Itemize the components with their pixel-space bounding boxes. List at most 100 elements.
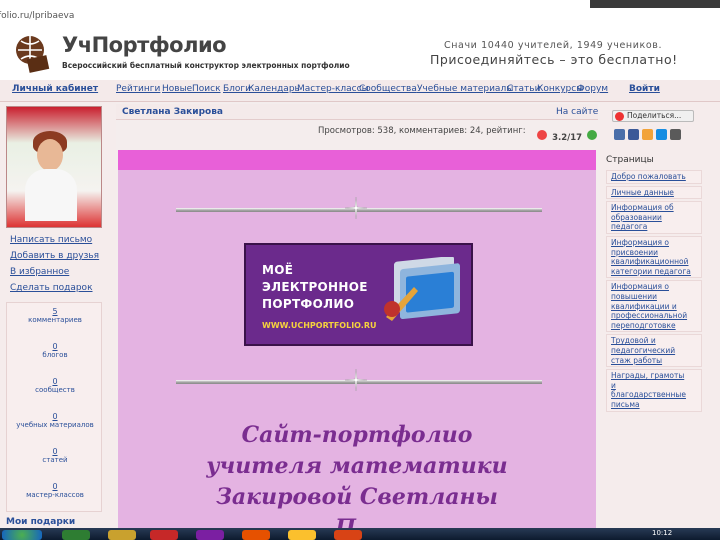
pages-heading: Страницы: [606, 155, 654, 165]
profile-name[interactable]: Светлана Закирова: [122, 107, 223, 117]
odnoklassniki-icon[interactable]: [642, 129, 653, 140]
profile-avatar[interactable]: [6, 106, 102, 228]
nav-item[interactable]: Личный кабинет: [12, 84, 98, 94]
nav-item[interactable]: Календарь: [248, 84, 300, 94]
vk-icon[interactable]: [614, 129, 625, 140]
page-link-line: повышении: [611, 291, 657, 301]
page-link[interactable]: Личные данные: [606, 185, 702, 200]
page-link-line: квалификационной: [611, 257, 689, 267]
page-link[interactable]: Добро пожаловать: [606, 170, 702, 184]
counter-item[interactable]: 0 блогов: [7, 342, 103, 359]
page-link[interactable]: Информация о повышении квалификации и профе…: [606, 280, 702, 333]
counter-value: 0: [52, 447, 58, 456]
counter-value: 0: [52, 377, 58, 386]
counter-item[interactable]: 0 статей: [7, 447, 103, 464]
page-link[interactable]: Трудовой и педагогический стаж работы: [606, 334, 702, 368]
join-text: Присоединяйтесь – это бесплатно!: [430, 52, 678, 67]
content-top-bar: [118, 150, 596, 170]
nav-item[interactable]: Учебные материалы: [417, 84, 513, 94]
logo-subtitle: Всероссийский бесплатный конструктор эле…: [62, 61, 350, 70]
taskbar-clock: 10:12: [652, 529, 673, 537]
counter-value: 5: [52, 307, 58, 316]
share-button[interactable]: Поделиться...: [612, 110, 694, 122]
facebook-icon[interactable]: [628, 129, 639, 140]
left-menu-item[interactable]: В избранное: [10, 267, 69, 277]
nav-item[interactable]: Форум: [577, 84, 608, 94]
page-link[interactable]: Награды, грамоты и благодарственные письма: [606, 369, 702, 412]
mail-icon[interactable]: [656, 129, 667, 140]
top-navigation: Личный кабинет Рейтинги Новые Поиск Блоги Кал…: [0, 80, 720, 102]
left-menu-item[interactable]: Сделать подарок: [10, 283, 93, 293]
counter-item[interactable]: 0 мастер-классов: [7, 482, 103, 499]
banner-line1: МОЁ: [262, 263, 294, 277]
my-gifts-link[interactable]: Мои подарки: [6, 517, 75, 527]
banner-line2: ЭЛЕКТРОННОЕ: [262, 280, 368, 294]
sparkle-icon: [345, 369, 367, 391]
profile-stats: Просмотров: 538, комментариев: 24, рейти…: [318, 126, 526, 136]
rating-up-icon[interactable]: [587, 130, 598, 140]
page-link-line: благодарственные: [611, 390, 686, 400]
window-controls[interactable]: [590, 0, 720, 8]
page-link[interactable]: Информация об образовании педагога: [606, 201, 702, 234]
online-status: На сайте: [556, 107, 599, 117]
page-link[interactable]: Информация о присвоении квалификационной ка…: [606, 236, 702, 279]
left-menu-item[interactable]: Написать письмо: [10, 235, 92, 245]
page-title-line1: Сайт-портфолио: [241, 422, 473, 448]
nav-item[interactable]: Поиск: [192, 84, 221, 94]
portfolio-banner[interactable]: МОЁ ЭЛЕКТРОННОЕ ПОРТФОЛИО WWW.UCHPORTFOL…: [244, 243, 473, 346]
page-link-line: Информация о: [611, 282, 669, 292]
page-link-line: Информация об: [611, 203, 674, 213]
counters-box: 5 комментариев 0 блогов 0 сообществ 0 учебных м…: [6, 302, 102, 512]
taskbar-app-5[interactable]: [242, 530, 270, 540]
page-link-line: образовании: [611, 212, 662, 222]
nav-item[interactable]: Мастер-классы: [297, 84, 369, 94]
counter-item[interactable]: 0 учебных материалов: [7, 412, 103, 429]
page-title-line2: учителя математики: [206, 453, 508, 479]
rating-value: 3.2/17: [552, 133, 583, 143]
browser-window: folio.ru/lpribaeva УчПортфолио Всероссий…: [0, 0, 720, 540]
nav-item[interactable]: Рейтинги: [116, 84, 160, 94]
avatar-body: [25, 169, 77, 221]
page-link-line: Трудовой и: [611, 336, 656, 346]
logo-globe-icon[interactable]: [14, 33, 50, 73]
start-button[interactable]: [2, 530, 42, 540]
address-bar[interactable]: folio.ru/lpribaeva: [0, 0, 720, 28]
rating-down-icon[interactable]: [537, 130, 547, 140]
nav-item[interactable]: Войти: [629, 84, 660, 94]
site-stats: Сначи 10440 учителей, 1949 учеников.: [444, 40, 663, 51]
counter-item[interactable]: 5 комментариев: [7, 307, 103, 324]
page-link-line: и: [611, 380, 616, 390]
nav-item[interactable]: Новые: [162, 84, 192, 94]
folder-icon: [384, 257, 460, 321]
nav-item[interactable]: Сообщества: [359, 84, 417, 94]
share-icon: [615, 112, 624, 121]
taskbar-app-3[interactable]: [150, 530, 178, 540]
nav-item[interactable]: Статьи: [507, 84, 540, 94]
page-title-line3: Закировой Светланы: [216, 484, 498, 510]
taskbar-app-2[interactable]: [108, 530, 136, 540]
counter-label: мастер-классов: [26, 491, 84, 499]
page-link-line: Личные данные: [611, 187, 674, 197]
page-link-line: Добро пожаловать: [611, 172, 686, 181]
taskbar-app-1[interactable]: [62, 530, 90, 540]
left-menu-item[interactable]: Добавить в друзья: [10, 251, 99, 261]
logo-title[interactable]: УчПортфолио: [62, 33, 227, 57]
page-link-line: переподготовке: [611, 320, 676, 330]
page-link-line: педагогический: [611, 345, 676, 355]
taskbar-app-6[interactable]: [288, 530, 316, 540]
page-link-line: письма: [611, 399, 640, 409]
taskbar-app-4[interactable]: [196, 530, 224, 540]
taskbar-app-7[interactable]: [334, 530, 362, 540]
views-text: Просмотров: 538, комментариев: 24, рейти…: [318, 126, 526, 136]
counter-label: учебных материалов: [16, 421, 94, 429]
livejournal-icon[interactable]: [670, 129, 681, 140]
counter-label: блогов: [42, 351, 68, 359]
banner-url: WWW.UCHPORTFOLIO.RU: [262, 321, 377, 330]
nav-item[interactable]: Блоги: [223, 84, 251, 94]
page-link-line: присвоении: [611, 247, 658, 257]
counter-item[interactable]: 0 сообществ: [7, 377, 103, 394]
page-link-line: Награды, грамоты: [611, 371, 685, 381]
page-link-line: Информация о: [611, 238, 669, 247]
counter-label: комментариев: [28, 316, 82, 324]
counter-value: 0: [52, 482, 58, 491]
